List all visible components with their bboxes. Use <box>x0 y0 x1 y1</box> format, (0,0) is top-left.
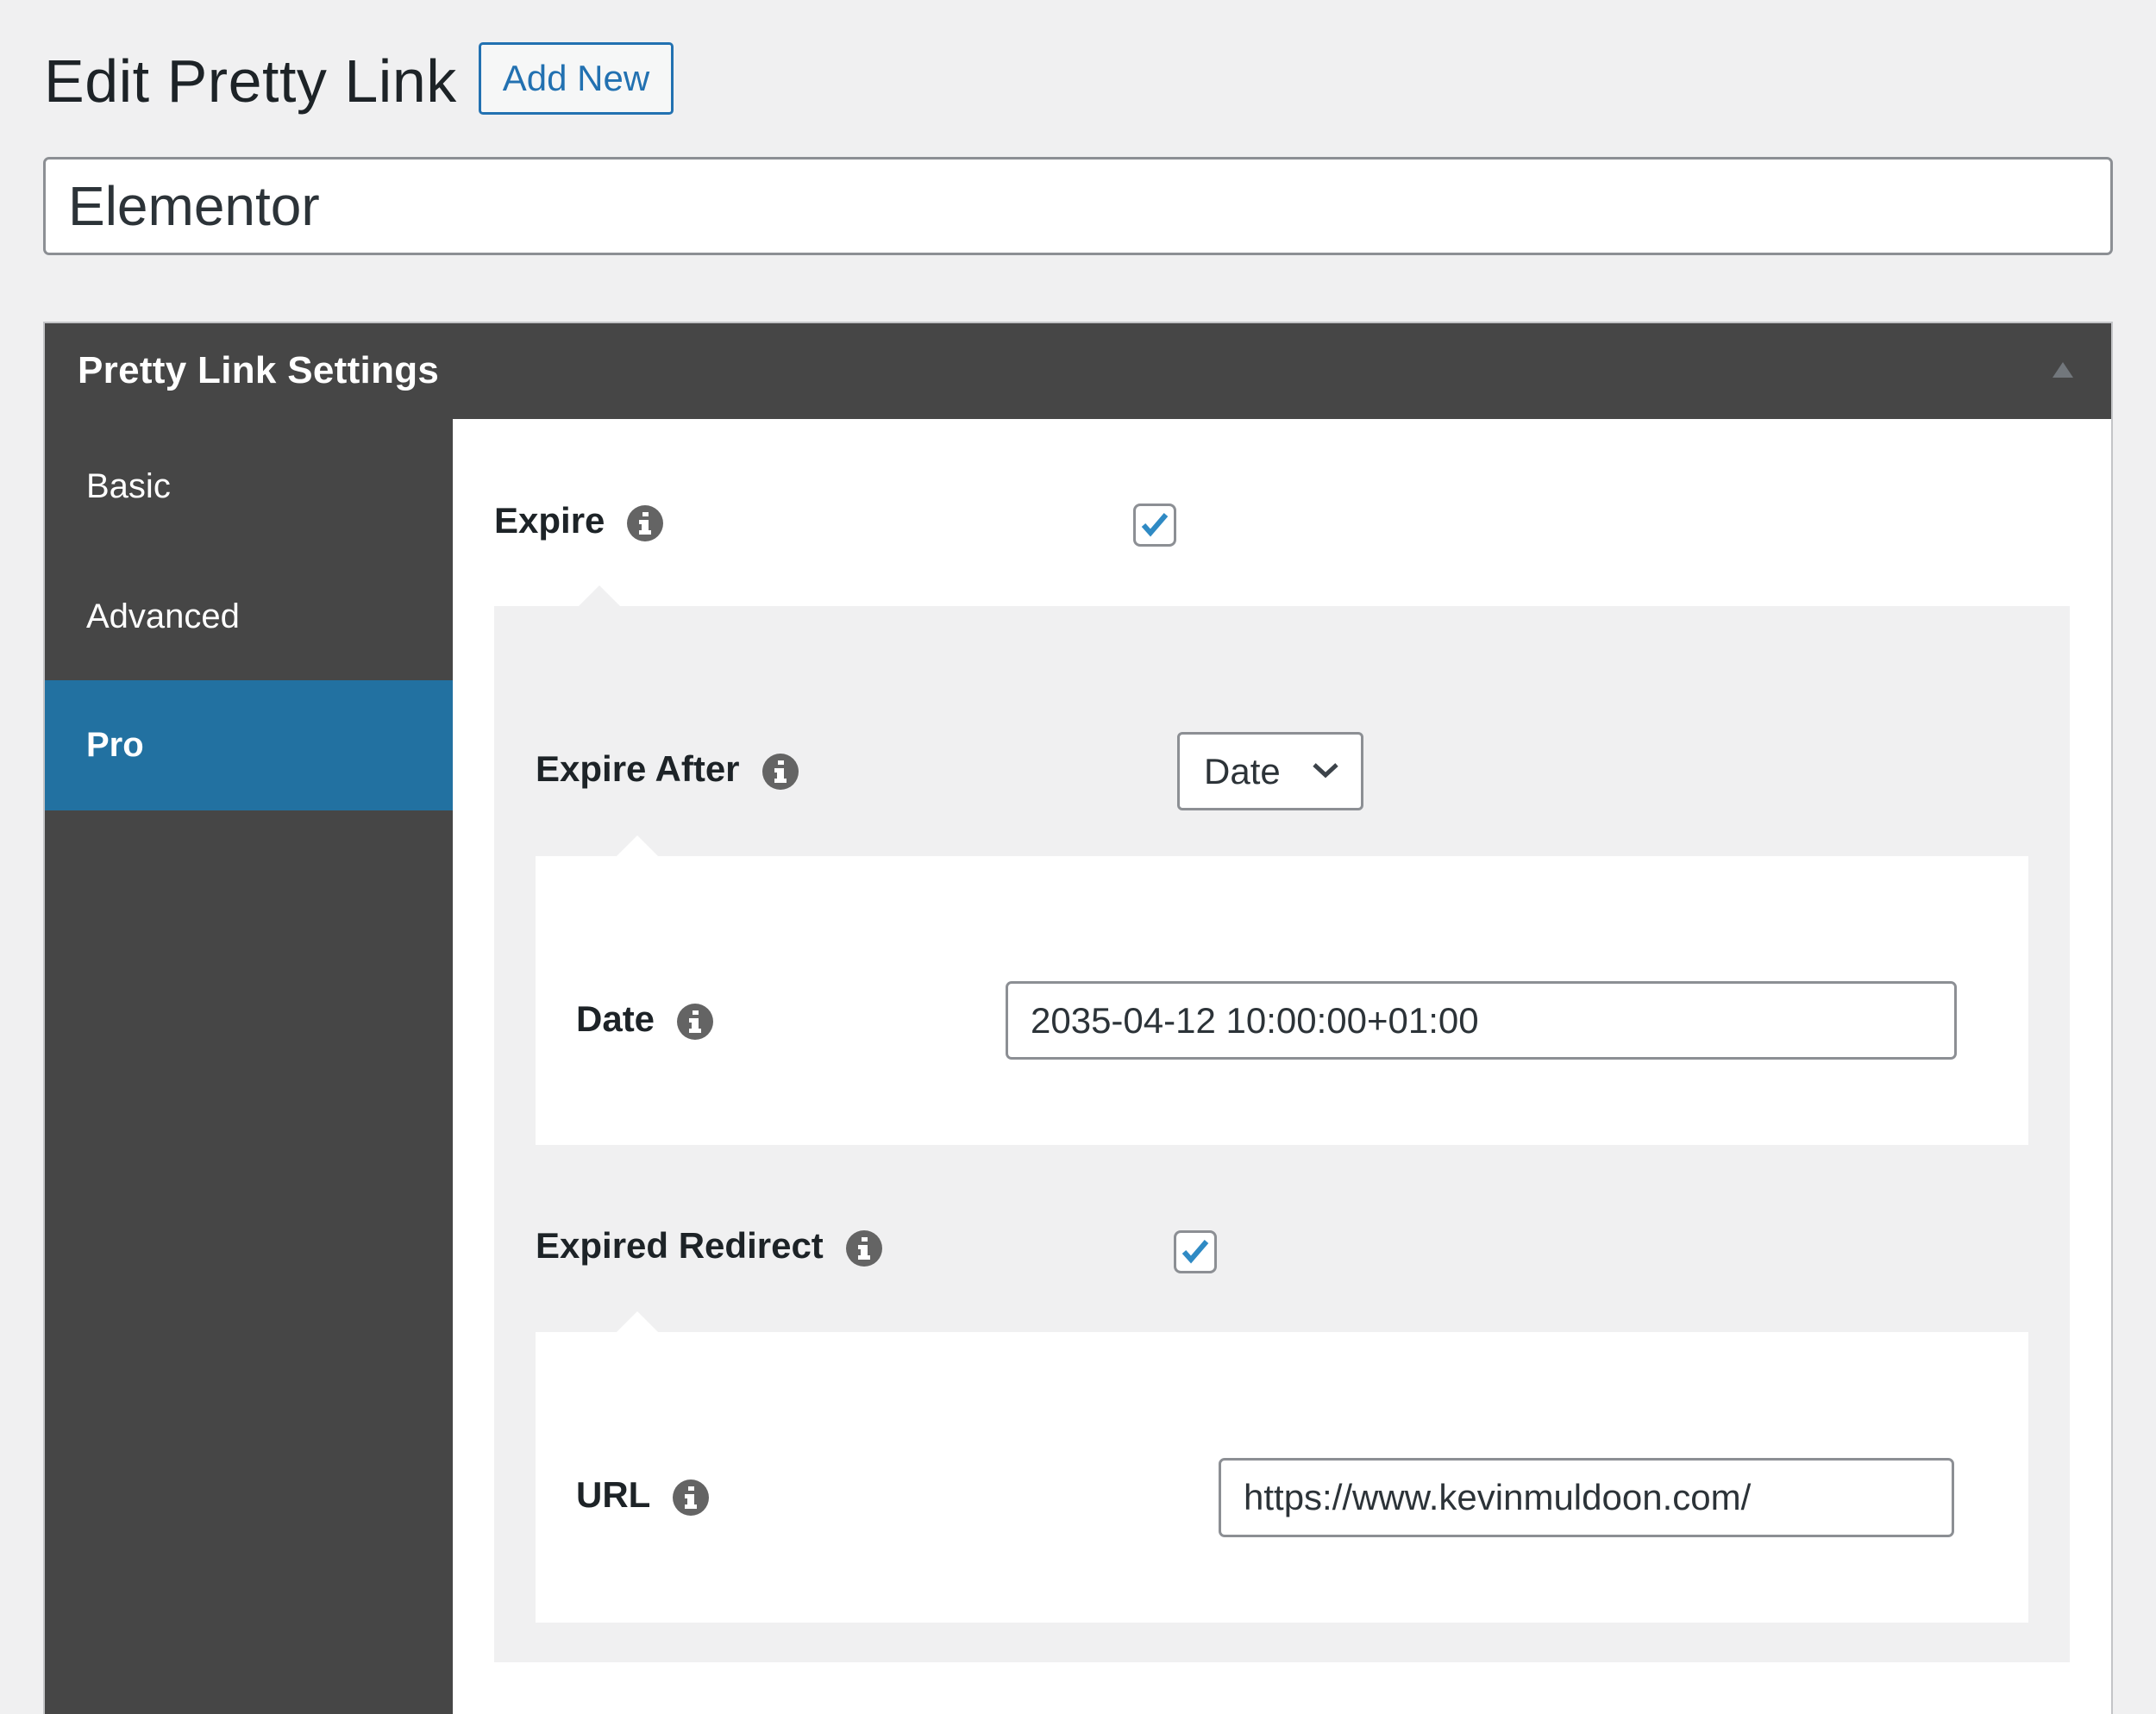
tab-pro[interactable]: Pro <box>45 680 453 810</box>
tab-basic[interactable]: Basic <box>45 422 453 552</box>
expire-after-select[interactable]: Date <box>1177 732 1363 810</box>
url-field-label: URL <box>576 1471 710 1519</box>
checkmark-icon <box>1181 1240 1209 1264</box>
panel-pointer <box>617 835 658 856</box>
chevron-down-icon <box>1313 763 1338 779</box>
date-field-label: Date <box>576 995 714 1043</box>
info-icon[interactable] <box>627 505 664 541</box>
settings-title: Pretty Link Settings <box>78 349 440 391</box>
expire-field-label: Expire <box>494 497 664 545</box>
panel-pointer <box>579 585 620 606</box>
expire-label: Expire <box>494 500 605 541</box>
expire-after-label: Expire After <box>536 748 740 789</box>
url-label: URL <box>576 1474 651 1515</box>
info-icon[interactable] <box>761 754 799 790</box>
date-label: Date <box>576 998 655 1039</box>
expire-checkbox[interactable] <box>1133 504 1176 547</box>
panel-pointer <box>617 1311 658 1332</box>
page-title: Edit Pretty Link <box>44 47 457 115</box>
settings-sidebar: Basic Advanced Pro <box>45 419 453 1714</box>
redirect-url-input[interactable] <box>1219 1458 1954 1537</box>
expire-after-field-label: Expire After <box>536 745 799 793</box>
expired-redirect-checkbox[interactable] <box>1174 1230 1217 1273</box>
triangle-up-icon[interactable] <box>2053 362 2073 378</box>
checkmark-icon <box>1141 513 1169 537</box>
info-icon[interactable] <box>673 1479 710 1516</box>
expired-redirect-label: Expired Redirect <box>536 1225 824 1266</box>
info-icon[interactable] <box>677 1004 714 1040</box>
expire-date-input[interactable] <box>1006 981 1957 1060</box>
info-icon[interactable] <box>845 1230 882 1267</box>
tab-advanced[interactable]: Advanced <box>45 552 453 682</box>
expire-after-selected: Date <box>1204 750 1281 791</box>
link-title-input[interactable] <box>43 157 2113 255</box>
add-new-button[interactable]: Add New <box>479 42 674 115</box>
expired-redirect-field-label: Expired Redirect <box>536 1222 882 1270</box>
